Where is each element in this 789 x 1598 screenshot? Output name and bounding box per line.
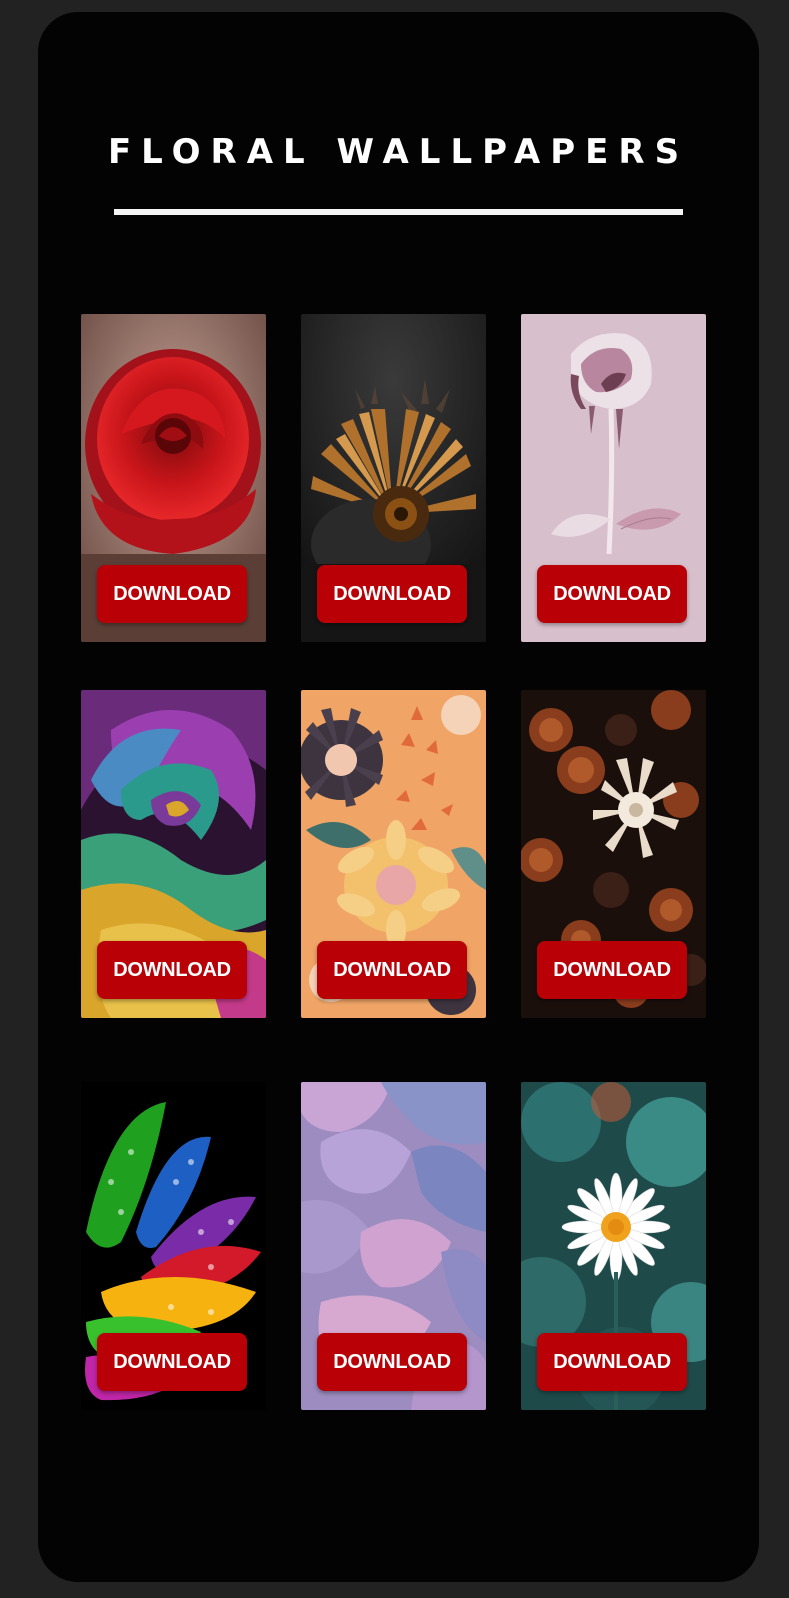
wallpaper-card-dark-flowers[interactable]: DOWNLOAD xyxy=(521,690,706,1018)
download-button[interactable]: DOWNLOAD xyxy=(97,1333,247,1391)
wallpaper-card-gerbera[interactable]: DOWNLOAD xyxy=(301,314,486,642)
download-button[interactable]: DOWNLOAD xyxy=(537,565,687,623)
download-button[interactable]: DOWNLOAD xyxy=(317,941,467,999)
download-button[interactable]: DOWNLOAD xyxy=(317,565,467,623)
page-title: FLORAL WALLPAPERS xyxy=(107,132,690,172)
wallpaper-card-paper-flowers[interactable]: DOWNLOAD xyxy=(301,690,486,1018)
download-button[interactable]: DOWNLOAD xyxy=(317,1333,467,1391)
wallpaper-card-lilac-petals[interactable]: DOWNLOAD xyxy=(301,1082,486,1410)
download-button[interactable]: DOWNLOAD xyxy=(537,1333,687,1391)
wallpaper-card-rainbow-petals[interactable]: DOWNLOAD xyxy=(81,1082,266,1410)
phone-screen: FLORAL WALLPAPERS DOWNLOAD DOWNLOAD DOWN… xyxy=(38,12,759,1582)
wallpaper-card-red-rose[interactable]: DOWNLOAD xyxy=(81,314,266,642)
wallpaper-card-white-daisy[interactable]: DOWNLOAD xyxy=(521,1082,706,1410)
download-button[interactable]: DOWNLOAD xyxy=(97,565,247,623)
wallpaper-card-pink-rose[interactable]: DOWNLOAD xyxy=(521,314,706,642)
download-button[interactable]: DOWNLOAD xyxy=(97,941,247,999)
title-underline xyxy=(114,209,683,215)
download-button[interactable]: DOWNLOAD xyxy=(537,941,687,999)
wallpaper-card-rainbow-rose[interactable]: DOWNLOAD xyxy=(81,690,266,1018)
